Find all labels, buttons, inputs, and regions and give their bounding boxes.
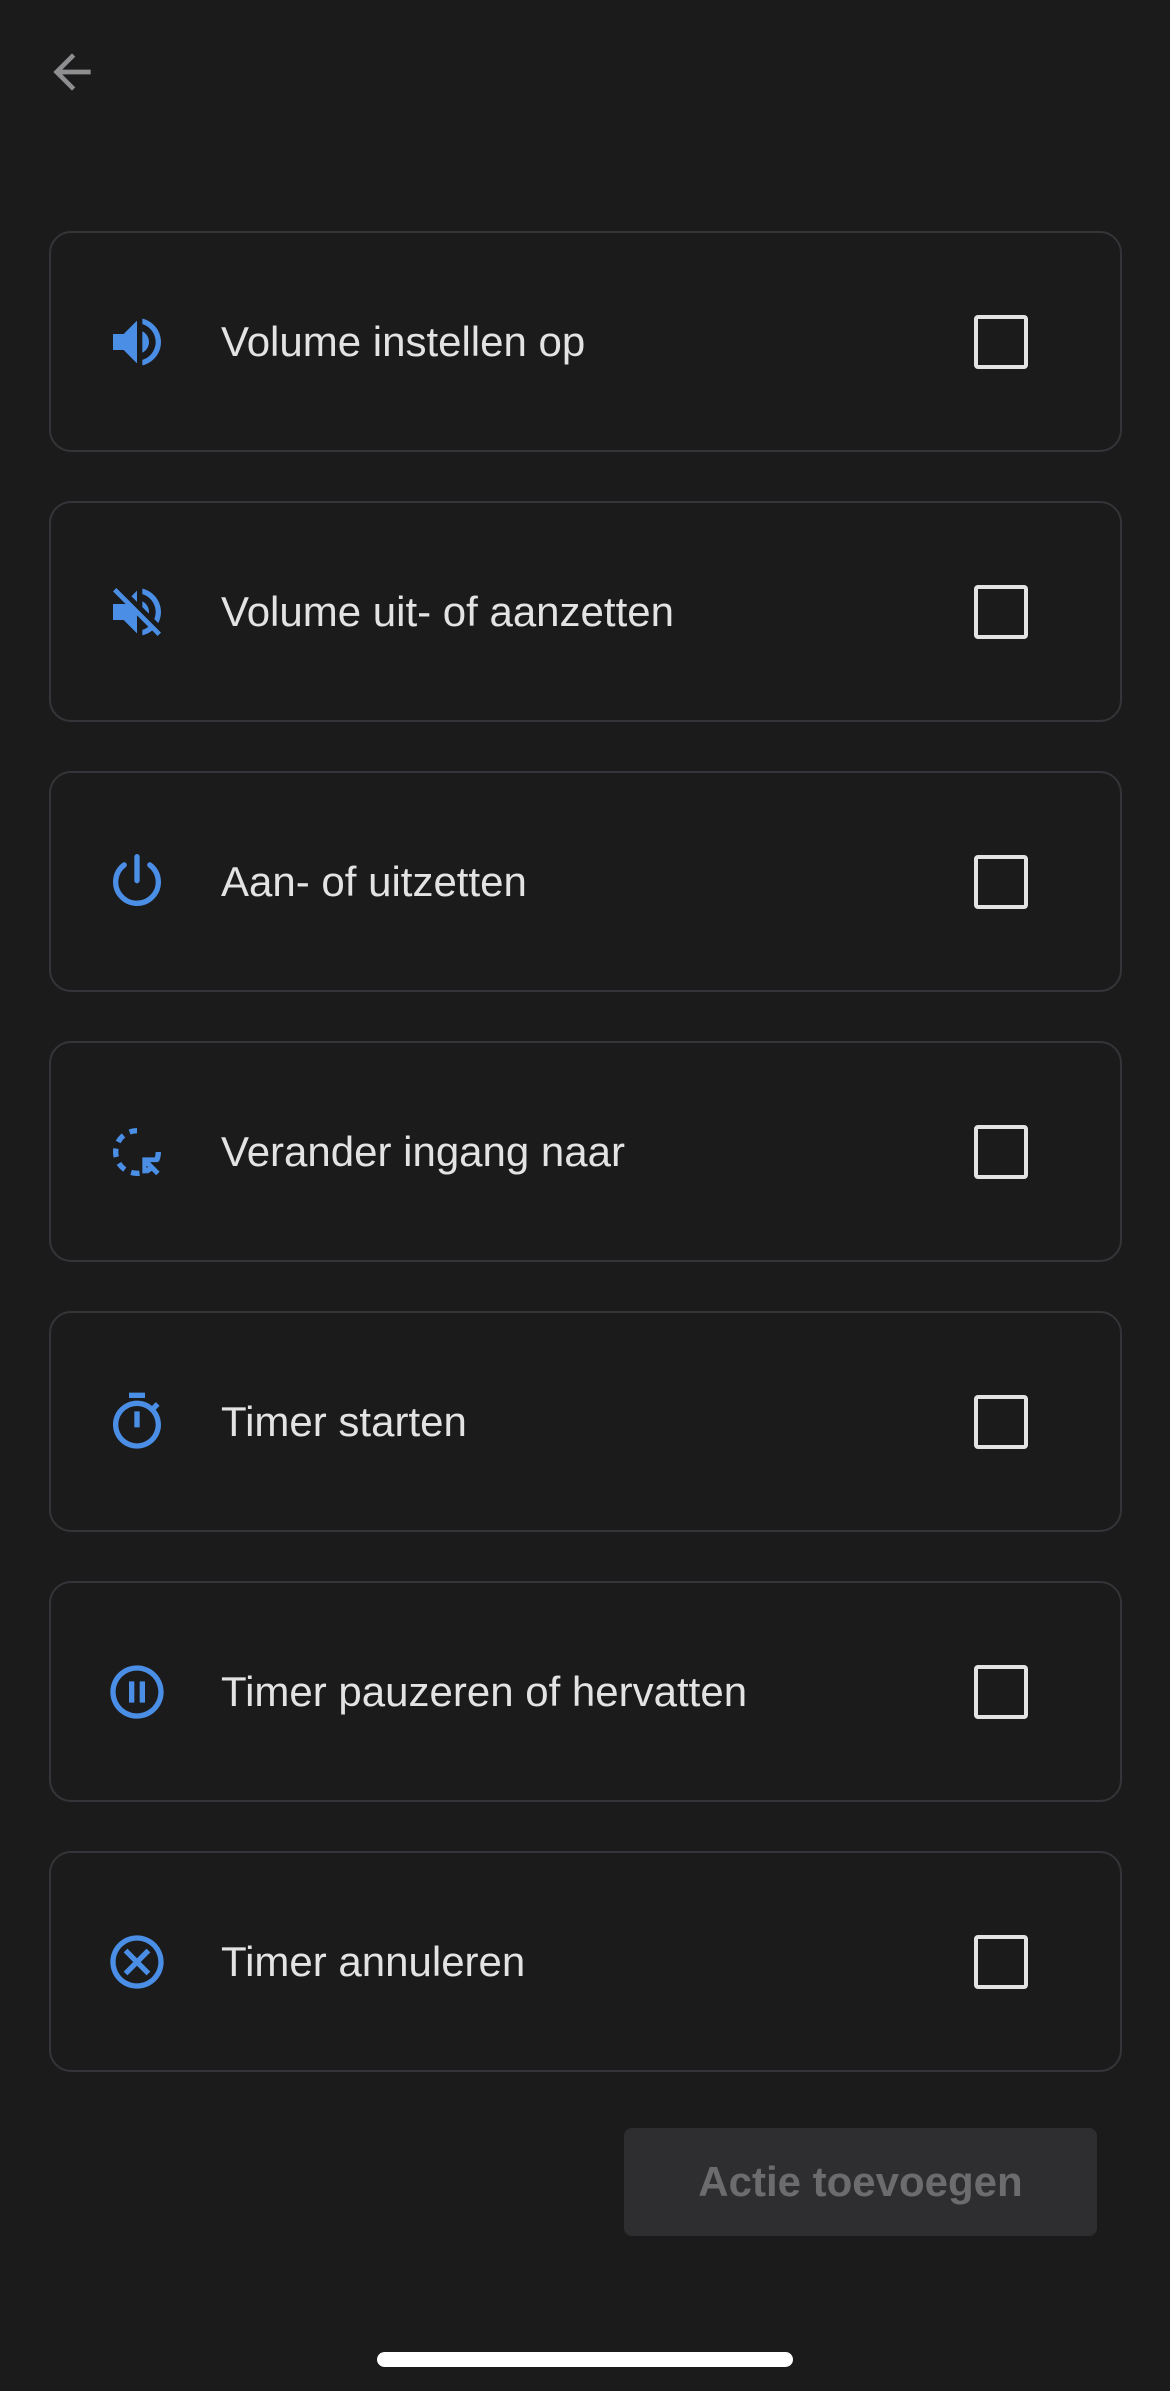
timer-icon — [105, 1390, 169, 1454]
arrow-back-icon — [53, 53, 91, 91]
action-item-input[interactable]: Verander ingang naar — [49, 1041, 1122, 1262]
action-label: Timer pauzeren of hervatten — [221, 1667, 748, 1715]
back-button[interactable] — [36, 36, 108, 108]
add-action-button[interactable]: Actie toevoegen — [624, 2128, 1097, 2236]
action-checkbox[interactable] — [974, 584, 1028, 639]
home-indicator[interactable] — [377, 2352, 793, 2367]
input-select-icon — [105, 1120, 169, 1184]
volume-off-icon — [105, 580, 169, 644]
action-list: Volume instellen op Volume uit- of aanze… — [49, 231, 1122, 2121]
action-label: Aan- of uitzetten — [221, 857, 527, 905]
action-checkbox[interactable] — [974, 1124, 1028, 1179]
action-item-timer-start[interactable]: Timer starten — [49, 1311, 1122, 1532]
action-label: Volume instellen op — [221, 317, 586, 365]
action-item-power[interactable]: Aan- of uitzetten — [49, 771, 1122, 992]
action-item-volume-mute[interactable]: Volume uit- of aanzetten — [49, 501, 1122, 722]
volume-up-icon — [105, 310, 169, 374]
action-checkbox[interactable] — [974, 1664, 1028, 1719]
action-item-volume-set[interactable]: Volume instellen op — [49, 231, 1122, 452]
action-label: Timer annuleren — [221, 1937, 526, 1985]
pause-circle-icon — [105, 1660, 169, 1724]
action-item-timer-cancel[interactable]: Timer annuleren — [49, 1851, 1122, 2072]
power-icon — [105, 850, 169, 914]
action-label: Verander ingang naar — [221, 1127, 625, 1175]
action-checkbox[interactable] — [974, 314, 1028, 369]
action-label: Timer starten — [221, 1397, 467, 1445]
action-checkbox[interactable] — [974, 1394, 1028, 1449]
cancel-circle-icon — [105, 1930, 169, 1994]
action-label: Volume uit- of aanzetten — [221, 587, 674, 635]
action-checkbox[interactable] — [974, 1934, 1028, 1989]
action-item-timer-pause[interactable]: Timer pauzeren of hervatten — [49, 1581, 1122, 1802]
action-checkbox[interactable] — [974, 854, 1028, 909]
